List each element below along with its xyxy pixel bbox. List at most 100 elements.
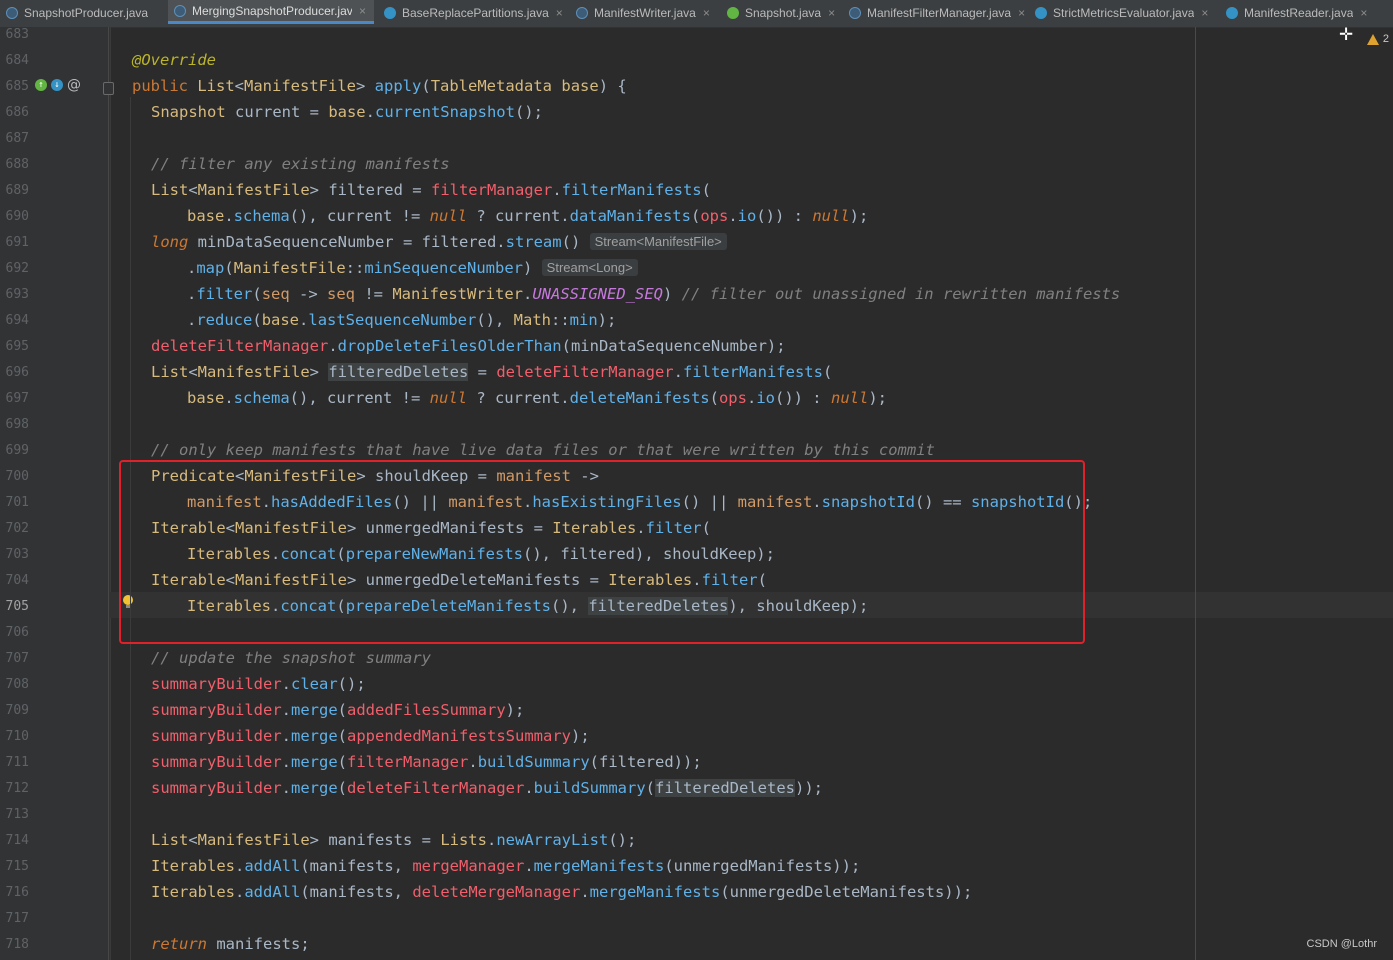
line-number: 688 (5, 157, 29, 172)
close-icon[interactable]: × (703, 6, 710, 20)
line-number: 712 (5, 781, 29, 796)
close-icon[interactable]: × (1360, 6, 1367, 20)
abstract-class-icon (849, 7, 861, 19)
code-line-693: .filter(seq -> seq != ManifestWriter.UNA… (187, 285, 1121, 303)
inlay-type-hint: Stream<Long> (541, 259, 638, 276)
line-number: 706 (5, 625, 29, 640)
line-number: 713 (5, 807, 29, 822)
warning-count: 2 (1382, 33, 1389, 45)
line-number: 689 (5, 183, 29, 198)
tab-label: MergingSnapshotProducer.java (192, 3, 352, 18)
code-line-694: .reduce(base.lastSequenceNumber(), Math:… (187, 311, 617, 329)
overrides-icon[interactable]: ↓ (51, 79, 63, 91)
tab-basereplacepartitions[interactable]: BaseReplacePartitions.java × (384, 0, 563, 26)
line-number: 696 (5, 365, 29, 380)
tab-strictmetricsevaluator[interactable]: StrictMetricsEvaluator.java × (1035, 0, 1208, 26)
line-number: 691 (5, 235, 29, 250)
implements-icon[interactable]: ↑ (35, 79, 47, 91)
class-icon (384, 7, 396, 19)
code-line-712: summaryBuilder.merge(deleteFilterManager… (151, 779, 823, 797)
tab-label: ManifestReader.java (1244, 6, 1354, 20)
tab-label: StrictMetricsEvaluator.java (1053, 6, 1195, 20)
highlight-box (119, 460, 1085, 644)
line-number: 687 (5, 131, 29, 146)
line-number: 690 (5, 209, 29, 224)
warning-icon (1366, 33, 1379, 45)
close-icon[interactable]: × (359, 4, 366, 18)
line-number: 698 (5, 417, 29, 432)
watermark: CSDN @Lothr (1306, 938, 1377, 950)
line-number: 692 (5, 261, 29, 276)
line-number: 701 (5, 495, 29, 510)
line-number: 686 (5, 105, 29, 120)
line-number: 693 (5, 287, 29, 302)
close-icon[interactable]: × (1201, 6, 1208, 20)
line-number: 718 (5, 937, 29, 952)
tab-mergingsnapshotproducer[interactable]: MergingSnapshotProducer.java × (168, 0, 374, 24)
line-number: 715 (5, 859, 29, 874)
line-number: 714 (5, 833, 29, 848)
line-number: 702 (5, 521, 29, 536)
line-number: 708 (5, 677, 29, 692)
close-icon[interactable]: × (1018, 6, 1025, 20)
editor-tab-bar: SnapshotProducer.java MergingSnapshotPro… (0, 0, 1393, 28)
code-line-707: // update the snapshot summary (151, 649, 431, 667)
code-line-697: base.schema(), current != null ? current… (187, 389, 887, 407)
close-icon[interactable]: × (828, 6, 835, 20)
code-line-715: Iterables.addAll(manifests, mergeManager… (151, 857, 861, 875)
line-number: 700 (5, 469, 29, 484)
tab-label: ManifestWriter.java (594, 6, 696, 20)
class-icon (1226, 7, 1238, 19)
inspection-widget[interactable]: 2 (1366, 33, 1389, 45)
tab-snapshot[interactable]: Snapshot.java × (727, 0, 835, 26)
line-number: 709 (5, 703, 29, 718)
line-number: 703 (5, 547, 29, 562)
code-line-692: .map(ManifestFile::minSequenceNumber) St… (187, 255, 638, 281)
line-number: 716 (5, 885, 29, 900)
interface-icon (727, 7, 739, 19)
tab-label: Snapshot.java (745, 6, 822, 20)
code-line-709: summaryBuilder.merge(addedFilesSummary); (151, 701, 525, 719)
abstract-class-icon (576, 7, 588, 19)
line-number: 685 (5, 79, 29, 94)
code-line-710: summaryBuilder.merge(appendedManifestsSu… (151, 727, 590, 745)
line-number: 707 (5, 651, 29, 666)
code-line-716: Iterables.addAll(manifests, deleteMergeM… (151, 883, 973, 901)
line-number: 717 (5, 911, 29, 926)
line-number: 710 (5, 729, 29, 744)
tab-label: BaseReplacePartitions.java (402, 6, 549, 20)
line-number: 694 (5, 313, 29, 328)
code-line-686: Snapshot current = base.currentSnapshot(… (151, 103, 543, 121)
line-number: 683 (5, 27, 29, 42)
tab-label: ManifestFilterManager.java (867, 6, 1012, 20)
code-line-696: List<ManifestFile> filteredDeletes = del… (151, 363, 833, 381)
code-line-689: List<ManifestFile> filtered = filterMana… (151, 181, 711, 199)
class-icon (1035, 7, 1047, 19)
code-line-688: // filter any existing manifests (151, 155, 450, 173)
line-number: 695 (5, 339, 29, 354)
code-line-695: deleteFilterManager.dropDeleteFilesOlder… (151, 337, 786, 355)
inlay-type-hint: Stream<ManifestFile> (589, 233, 727, 250)
code-line-711: summaryBuilder.merge(filterManager.build… (151, 753, 702, 771)
line-number: 684 (5, 53, 29, 68)
line-number: 697 (5, 391, 29, 406)
abstract-class-icon (6, 7, 18, 19)
code-line-708: summaryBuilder.clear(); (151, 675, 366, 693)
code-line-690: base.schema(), current != null ? current… (187, 207, 869, 225)
close-icon[interactable]: × (556, 6, 563, 20)
tab-snapshotproducer[interactable]: SnapshotProducer.java (6, 0, 166, 26)
code-line-685: public List<ManifestFile> apply(TableMet… (132, 77, 627, 95)
tab-manifestwriter[interactable]: ManifestWriter.java × (576, 0, 710, 26)
tab-manifestreader[interactable]: ManifestReader.java × (1226, 0, 1386, 26)
code-line-691: long minDataSequenceNumber = filtered.st… (151, 229, 727, 255)
line-number: 705 (5, 599, 29, 614)
line-number: 711 (5, 755, 29, 770)
abstract-class-icon (174, 4, 186, 17)
line-number: 704 (5, 573, 29, 588)
mouse-cursor-icon: ✛ (1339, 25, 1354, 45)
tab-label: SnapshotProducer.java (24, 6, 149, 20)
tab-manifestfiltermanager[interactable]: ManifestFilterManager.java × (849, 0, 1025, 26)
code-line-718: return manifests; (151, 935, 310, 953)
annotation-icon[interactable]: @ (67, 77, 81, 93)
line-number: 699 (5, 443, 29, 458)
